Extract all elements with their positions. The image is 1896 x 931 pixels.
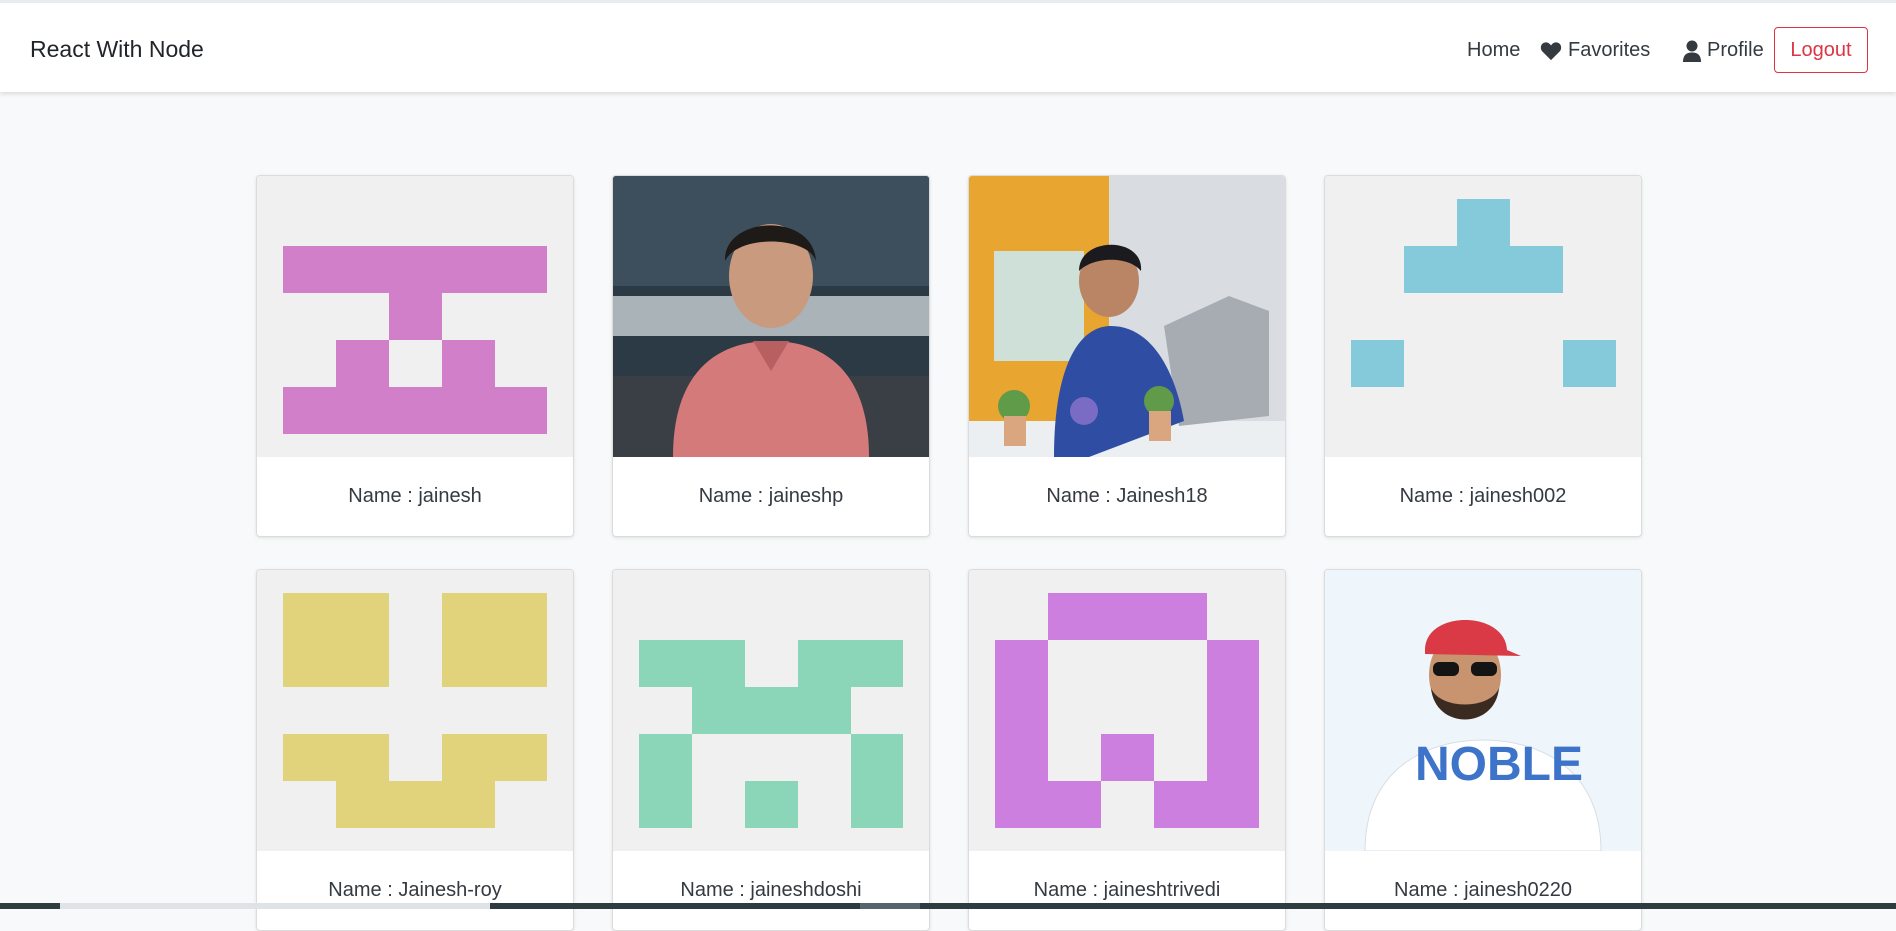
identicon-avatar: [969, 570, 1285, 851]
profile-photo: [613, 176, 929, 457]
user-card[interactable]: Name : jaineshp: [612, 175, 930, 537]
identicon-avatar: [613, 570, 929, 851]
user-icon: [1683, 40, 1701, 62]
logout-button[interactable]: Logout: [1774, 27, 1868, 73]
user-name: Name : Jainesh18: [1046, 485, 1208, 507]
user-card[interactable]: Name : jaineshtrivedi: [968, 569, 1286, 931]
profile-photo: NOBLE: [1325, 570, 1641, 851]
user-name: Name : jaineshdoshi: [680, 879, 862, 901]
user-name: Name : jaineshp: [698, 485, 844, 507]
user-card[interactable]: Name : jainesh002: [1324, 175, 1642, 537]
navbar-brand[interactable]: React With Node: [30, 36, 204, 63]
user-card[interactable]: Name : jaineshdoshi: [612, 569, 930, 931]
identicon-avatar: [1325, 176, 1641, 457]
user-card[interactable]: NOBLE Name : jainesh0220: [1324, 569, 1642, 931]
identicon-avatar: [257, 570, 573, 851]
taskbar-segment: [60, 903, 490, 909]
user-name: Name : Jainesh-roy: [328, 879, 502, 901]
nav-favorites-label: Favorites: [1568, 39, 1651, 61]
taskbar-strip: [0, 903, 1896, 909]
heart-icon: [1540, 41, 1562, 60]
profile-photo: [969, 176, 1285, 457]
user-grid: Name : jainesh Name : jaineshp Name: Ja…: [0, 114, 1896, 931]
user-card[interactable]: Name : jainesh: [256, 175, 574, 537]
nav-profile-label: Profile: [1707, 39, 1764, 61]
svg-text:NOBLE: NOBLE: [1415, 738, 1583, 791]
nav-home-label: Home: [1467, 39, 1521, 61]
user-card[interactable]: Name : Jainesh18: [968, 175, 1286, 537]
nav-home-link[interactable]: Home: [1467, 39, 1520, 62]
user-name: Name : jainesh002: [1399, 485, 1567, 507]
user-name: Name : jainesh0220: [1394, 879, 1572, 901]
taskbar-segment: [0, 903, 60, 909]
identicon-avatar: [257, 176, 573, 457]
top-navbar: React With Node Home Favorites Profile L…: [0, 0, 1896, 92]
user-card[interactable]: Name : Jainesh-roy: [256, 569, 574, 931]
taskbar-segment: [860, 903, 920, 909]
user-name: Name : jaineshtrivedi: [1033, 879, 1221, 901]
user-name: Name : jainesh: [348, 485, 482, 507]
nav-favorites-link[interactable]: Favorites: [1540, 39, 1650, 62]
nav-profile-link[interactable]: Profile: [1683, 39, 1764, 62]
